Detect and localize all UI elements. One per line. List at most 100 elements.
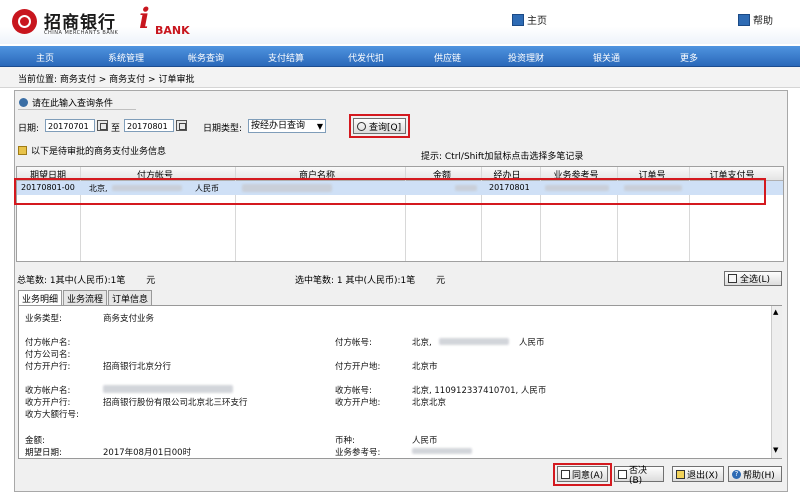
business-type-value: 商务支付业务 [103,314,155,324]
search-icon [19,98,28,107]
reject-button-label: 否决(B) [628,465,647,486]
amount-label: 金额: [25,436,45,446]
nav-item-home[interactable]: 主页 [36,51,54,64]
nav-item-more[interactable]: 更多 [680,51,698,64]
folder-icon [18,146,27,155]
date-type-select[interactable]: 按经办日查询 ▼ [248,119,326,133]
query-section-title: 请在此输入查询条件 [19,96,113,109]
query-button-label: 查询[Q] [369,122,402,133]
payee-large-bank-label: 收方大额行号: [25,410,79,420]
exit-icon [676,469,685,479]
date-to-input[interactable]: 20170801 [124,119,174,132]
bank-name-en: CHINA MERCHANTS BANK [44,30,119,36]
date-from-input[interactable]: 20170701 [45,119,95,132]
date-to-label: 至 [111,124,121,134]
approve-button[interactable]: 同意(A) [557,466,608,482]
total-count: 总笔数: 1其中(人民币):1笔 [17,276,126,286]
payee-account-no-value: 北京, 110912337410701, 人民币 [412,386,547,396]
detail-scrollbar[interactable]: ▲ ▼ [771,306,782,458]
payee-account-no-label: 收方帐号: [335,386,372,396]
payer-account-name-label: 付方帐户名: [25,338,71,348]
nav-item-customs[interactable]: 银关通 [593,51,620,64]
date-type-value: 按经办日查询 [251,121,306,131]
help-button[interactable]: ? 帮助(H) [728,466,782,482]
top-home-link[interactable]: 主页 [512,12,547,27]
top-home-label: 主页 [527,16,547,27]
currency-value: 人民币 [412,436,438,446]
magnifier-icon [357,121,366,131]
select-all-icon [728,274,737,283]
scroll-up-icon[interactable]: ▲ [773,308,778,316]
business-type-label: 业务类型: [25,314,62,324]
help-book-icon [738,13,750,26]
payee-bank-location-value: 北京北京 [412,398,447,408]
list-title: 以下是待审批的商务支付业务信息 [18,144,166,157]
masked-ref-no-value [412,448,472,454]
nav-item-account-query[interactable]: 帐务查询 [188,51,224,64]
query-button[interactable]: 查询[Q] [353,118,406,134]
payer-account-no-label: 付方帐号: [335,338,372,348]
top-help-label: 帮助 [753,16,773,27]
selected-count: 选中笔数: 1 其中(人民币):1笔 [295,276,416,286]
nav-item-payroll[interactable]: 代发代扣 [348,51,384,64]
exit-button[interactable]: 退出(X) [672,466,724,482]
date-type-label: 日期类型: [203,124,243,134]
list-title-label: 以下是待审批的商务支付业务信息 [31,147,167,157]
breadcrumb-path: 商务支付 > 商务支付 > 订单审批 [59,75,195,85]
approve-doc-icon [561,469,570,479]
ibank-i: i [139,2,150,35]
business-detail-panel: 业务类型: 商务支付业务 付方帐户名: 付方公司名: 付方开户行: 招商银行北京… [18,305,782,459]
selected-unit: 元 [436,276,446,286]
ibank-text: BANK [155,24,190,37]
currency-label: 币种: [335,436,355,446]
payer-bank-label: 付方开户行: [25,362,71,372]
breadcrumb: 当前位置: 商务支付 > 商务支付 > 订单审批 [18,72,194,85]
calendar-icon[interactable] [97,120,108,131]
expected-date-label: 期望日期: [25,448,62,458]
total-unit: 元 [146,276,156,286]
help-icon: ? [732,469,741,479]
payer-bank-value: 招商银行北京分行 [103,362,172,372]
scroll-down-icon[interactable]: ▼ [773,446,778,454]
help-button-label: 帮助(H) [743,470,775,481]
payer-account-no-city: 北京, [412,338,432,348]
payee-bank-label: 收方开户行: [25,398,71,408]
nav-item-investment[interactable]: 投资理财 [508,51,544,64]
payer-company-label: 付方公司名: [25,350,71,360]
chevron-down-icon: ▼ [316,122,323,131]
nav-item-supply-chain[interactable]: 供应链 [434,51,461,64]
nav-item-payment[interactable]: 支付结算 [268,51,304,64]
ref-no-label: 业务参考号: [335,448,381,458]
home-icon [512,13,524,26]
breadcrumb-label: 当前位置: [18,75,58,85]
select-all-label: 全选(L) [740,275,771,285]
calendar-icon[interactable] [176,120,187,131]
masked-payer-account-no [439,338,509,345]
payee-bank-value: 招商银行股份有限公司北京北三环支行 [103,398,248,408]
tab-business-detail[interactable]: 业务明细 [18,290,63,305]
main-nav: 主页 系统管理 帐务查询 支付结算 代发代扣 供应链 投资理财 银关通 更多 [0,46,800,67]
selected-row-highlight [14,178,766,205]
nav-item-system[interactable]: 系统管理 [108,51,144,64]
divider [18,109,136,110]
selected-summary: 选中笔数: 1 其中(人民币):1笔 元 [295,273,445,286]
payee-bank-location-label: 收方开户地: [335,398,381,408]
expected-date-value: 2017年08月01日00时 [103,448,192,458]
reject-button[interactable]: 否决(B) [614,466,664,486]
cmb-logo-icon [12,9,37,34]
reject-doc-icon [618,469,627,479]
detail-tabs: 业务明细 业务流程 订单信息 [18,290,153,305]
tab-order-info[interactable]: 订单信息 [108,290,153,305]
ibank-logo: i BANK [133,2,195,40]
total-summary: 总笔数: 1其中(人民币):1笔 元 [17,273,155,286]
masked-payee-account-name [103,385,233,393]
payer-account-no-currency: 人民币 [519,338,545,348]
tab-business-flow[interactable]: 业务流程 [63,290,108,305]
top-help-link[interactable]: 帮助 [738,12,773,27]
select-all-button[interactable]: 全选(L) [724,271,782,286]
payer-bank-location-label: 付方开户地: [335,362,381,372]
selection-hint: 提示: Ctrl/Shift加鼠标点击选择多笔记录 [421,152,584,162]
query-section-label: 请在此输入查询条件 [32,99,114,109]
payee-account-name-label: 收方帐户名: [25,386,71,396]
payer-bank-location-value: 北京市 [412,362,438,372]
